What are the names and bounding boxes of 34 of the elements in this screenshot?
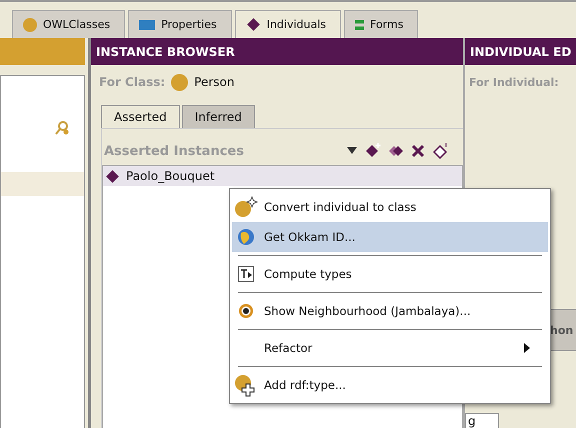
globe-icon xyxy=(237,228,255,246)
add-diamond-icon[interactable] xyxy=(365,143,381,159)
diamond-outline-icon[interactable] xyxy=(433,143,449,159)
form-bars-icon xyxy=(355,20,364,30)
list-title: Asserted Instances xyxy=(104,144,244,158)
tab[interactable]: Asserted xyxy=(101,105,180,128)
menu-item[interactable]: Compute types xyxy=(232,259,548,289)
tab[interactable]: Inferred xyxy=(182,105,255,128)
menu-item[interactable]: Refactor xyxy=(232,333,548,363)
panel-title: INSTANCE BROWSER xyxy=(91,38,463,65)
dropdown-icon[interactable] xyxy=(347,147,357,155)
delete-icon[interactable] xyxy=(411,144,425,158)
field-label: For Class: xyxy=(99,75,166,89)
field-label: For Individual: xyxy=(469,76,559,88)
class-sparkle-icon xyxy=(233,196,259,218)
panel-title: INDIVIDUAL ED xyxy=(465,38,576,65)
target-icon xyxy=(238,303,254,319)
menu-item[interactable]: Show Neighbourhood (Jambalaya)... xyxy=(232,296,548,326)
types-icon xyxy=(238,266,254,282)
menu-item[interactable]: Get Okkam ID... xyxy=(232,222,548,252)
menu-item[interactable]: Convert individual to class xyxy=(232,192,548,222)
duplicate-diamond-icon[interactable] xyxy=(389,144,403,158)
tab[interactable]: Forms xyxy=(344,10,418,38)
property-rectangle-icon xyxy=(139,20,156,30)
list-item[interactable]: Paolo_Bouquet xyxy=(103,166,462,186)
submenu-arrow-icon xyxy=(524,343,530,353)
class-circle-icon xyxy=(23,18,37,32)
tab[interactable]: Properties xyxy=(128,10,232,38)
tab[interactable]: Individuals xyxy=(234,10,342,38)
class-name: Person xyxy=(194,75,234,89)
class-circle-icon xyxy=(171,74,188,90)
table-cell: g xyxy=(465,413,499,428)
menu-item[interactable]: Add rdf:type... xyxy=(232,370,548,400)
tab[interactable]: OWLClasses xyxy=(12,10,126,38)
